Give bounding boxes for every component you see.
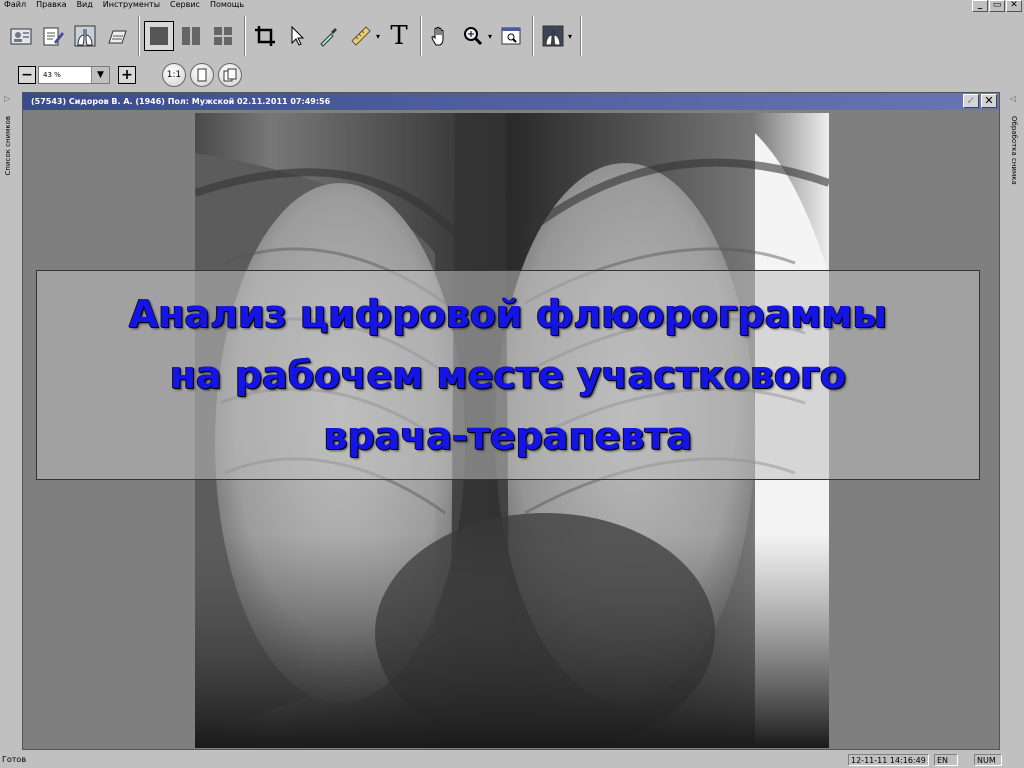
lungs-icon: [74, 25, 96, 47]
lungs-invert-dropdown-icon[interactable]: ▾: [568, 32, 572, 41]
text-button[interactable]: T: [384, 21, 414, 51]
status-bar: Готов 12-11-11 14:16:49 EN NUM: [0, 752, 1024, 768]
slide-title-box: Анализ цифровой флюорограммы на рабочем …: [36, 270, 980, 480]
zoom-dropdown-icon[interactable]: ▾: [488, 32, 492, 41]
menu-help[interactable]: Помощь: [206, 0, 250, 11]
film-button[interactable]: [102, 21, 132, 51]
zoom-in-button[interactable]: +: [118, 66, 136, 84]
right-panel[interactable]: ◁ Обработка снимка: [1004, 92, 1024, 752]
layout-four-icon: [214, 27, 232, 45]
ruler-dropdown-icon[interactable]: ▾: [376, 32, 380, 41]
restore-button[interactable]: ▭: [989, 0, 1005, 12]
lungs-button[interactable]: [70, 21, 100, 51]
menu-file[interactable]: Файл: [0, 0, 32, 11]
slide-title-line-1: Анализ цифровой флюорограммы: [129, 291, 887, 336]
pages-icon: [223, 68, 237, 82]
minimize-button[interactable]: _: [972, 0, 988, 12]
pipette-icon: [320, 28, 337, 47]
actual-size-button[interactable]: 1:1: [162, 63, 186, 87]
patient-card-icon: [10, 28, 32, 45]
hand-button[interactable]: [426, 21, 456, 51]
patient-card-button[interactable]: [6, 21, 36, 51]
menu-view[interactable]: Вид: [73, 0, 99, 11]
menu-service[interactable]: Сервис: [166, 0, 206, 11]
status-num: NUM: [974, 754, 1002, 766]
fit-page-button[interactable]: [190, 63, 214, 87]
image-window-titlebar[interactable]: (57543) Сидоров В. А. (1946) Пол: Мужско…: [23, 93, 999, 110]
accept-button[interactable]: ✓: [963, 94, 979, 108]
text-icon: T: [390, 21, 408, 51]
layout-two-button[interactable]: [176, 21, 206, 51]
toolbar-separator: [532, 16, 535, 56]
hand-icon: [431, 26, 444, 46]
crop-icon: [255, 26, 275, 46]
menu-edit[interactable]: Правка: [32, 0, 72, 11]
collapse-arrow-icon[interactable]: ◁: [1010, 94, 1016, 103]
crop-button[interactable]: [250, 21, 280, 51]
zoom-icon: [464, 27, 483, 46]
toolbar-separator: [420, 16, 423, 56]
fit-width-button[interactable]: [218, 63, 242, 87]
toolbar-separator: [138, 16, 140, 56]
page-icon: [197, 68, 207, 82]
layout-four-button[interactable]: [208, 21, 238, 51]
edit-button[interactable]: [38, 21, 68, 51]
zoom-value: 43 %: [43, 71, 61, 79]
toolbar-separator: [244, 16, 246, 56]
zoom-window-button[interactable]: [496, 21, 526, 51]
ruler-icon: [351, 26, 371, 46]
zoom-select[interactable]: 43 % ▼: [38, 66, 110, 84]
slide-title-line-2: на рабочем месте участкового: [169, 352, 847, 397]
ruler-button[interactable]: [346, 21, 376, 51]
pointer-button[interactable]: [282, 21, 312, 51]
layout-two-icon: [182, 27, 200, 45]
lungs-invert-button[interactable]: [538, 21, 568, 51]
close-app-button[interactable]: ✕: [1006, 0, 1022, 12]
chevron-down-icon[interactable]: ▼: [91, 67, 109, 83]
layout-single-button[interactable]: [144, 21, 174, 51]
film-icon: [108, 30, 127, 44]
expand-arrow-icon[interactable]: ▷: [4, 94, 10, 103]
menu-bar: Файл Правка Вид Инструменты Сервис Помощ…: [0, 0, 1024, 12]
slide-title-line-3: врача-терапевта: [323, 413, 693, 458]
zoom-toolbar: − 43 % ▼ + 1:1: [0, 60, 1024, 90]
edit-icon: [43, 27, 64, 46]
status-datetime: 12-11-11 14:16:49: [848, 754, 929, 766]
zoom-out-button[interactable]: −: [18, 66, 36, 84]
image-window-title: (57543) Сидоров В. А. (1946) Пол: Мужско…: [31, 97, 331, 106]
close-image-button[interactable]: ✕: [981, 94, 997, 108]
pipette-button[interactable]: [314, 21, 344, 51]
toolbar-separator: [580, 16, 583, 56]
layout-single-icon: [150, 27, 168, 45]
lungs-invert-icon: [542, 25, 564, 47]
menu-tools[interactable]: Инструменты: [99, 0, 166, 11]
status-lang: EN: [934, 754, 958, 766]
zoom-window-icon: [501, 27, 521, 45]
status-ready: Готов: [2, 755, 27, 764]
zoom-button[interactable]: [458, 21, 488, 51]
images-list-label: Список снимков: [4, 116, 12, 176]
left-panel[interactable]: ▷ Список снимков: [0, 92, 18, 752]
app-window: Файл Правка Вид Инструменты Сервис Помощ…: [0, 0, 1024, 768]
main-toolbar: ▾ T ▾ ▾: [0, 13, 1024, 59]
image-processing-label: Обработка снимка: [1010, 116, 1018, 185]
window-controls: _ ▭ ✕: [972, 0, 1022, 12]
pointer-icon: [291, 25, 305, 46]
